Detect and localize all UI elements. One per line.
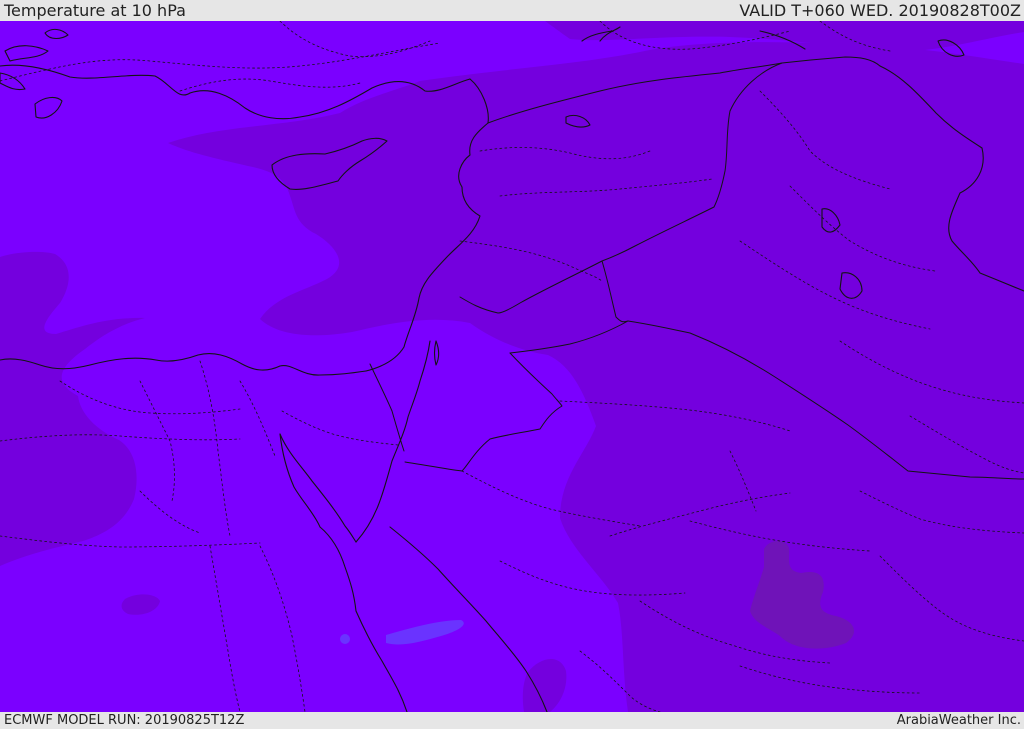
weather-map-frame: Temperature at 10 hPa VALID T+060 WED. 2… (0, 0, 1024, 729)
footer-bar: ECMWF MODEL RUN: 20190825T12Z ArabiaWeat… (0, 712, 1024, 729)
model-run-label: ECMWF MODEL RUN: 20190825T12Z (4, 713, 245, 728)
header-bar: Temperature at 10 hPa VALID T+060 WED. 2… (0, 0, 1024, 21)
map-svg (0, 21, 1024, 712)
provider-credit: ArabiaWeather Inc. (896, 713, 1021, 728)
temperature-field-bluish-dot (340, 634, 350, 644)
map-title: Temperature at 10 hPa (4, 1, 186, 20)
valid-time-label: VALID T+060 WED. 20190828T00Z (739, 1, 1021, 20)
temperature-map (0, 21, 1024, 712)
